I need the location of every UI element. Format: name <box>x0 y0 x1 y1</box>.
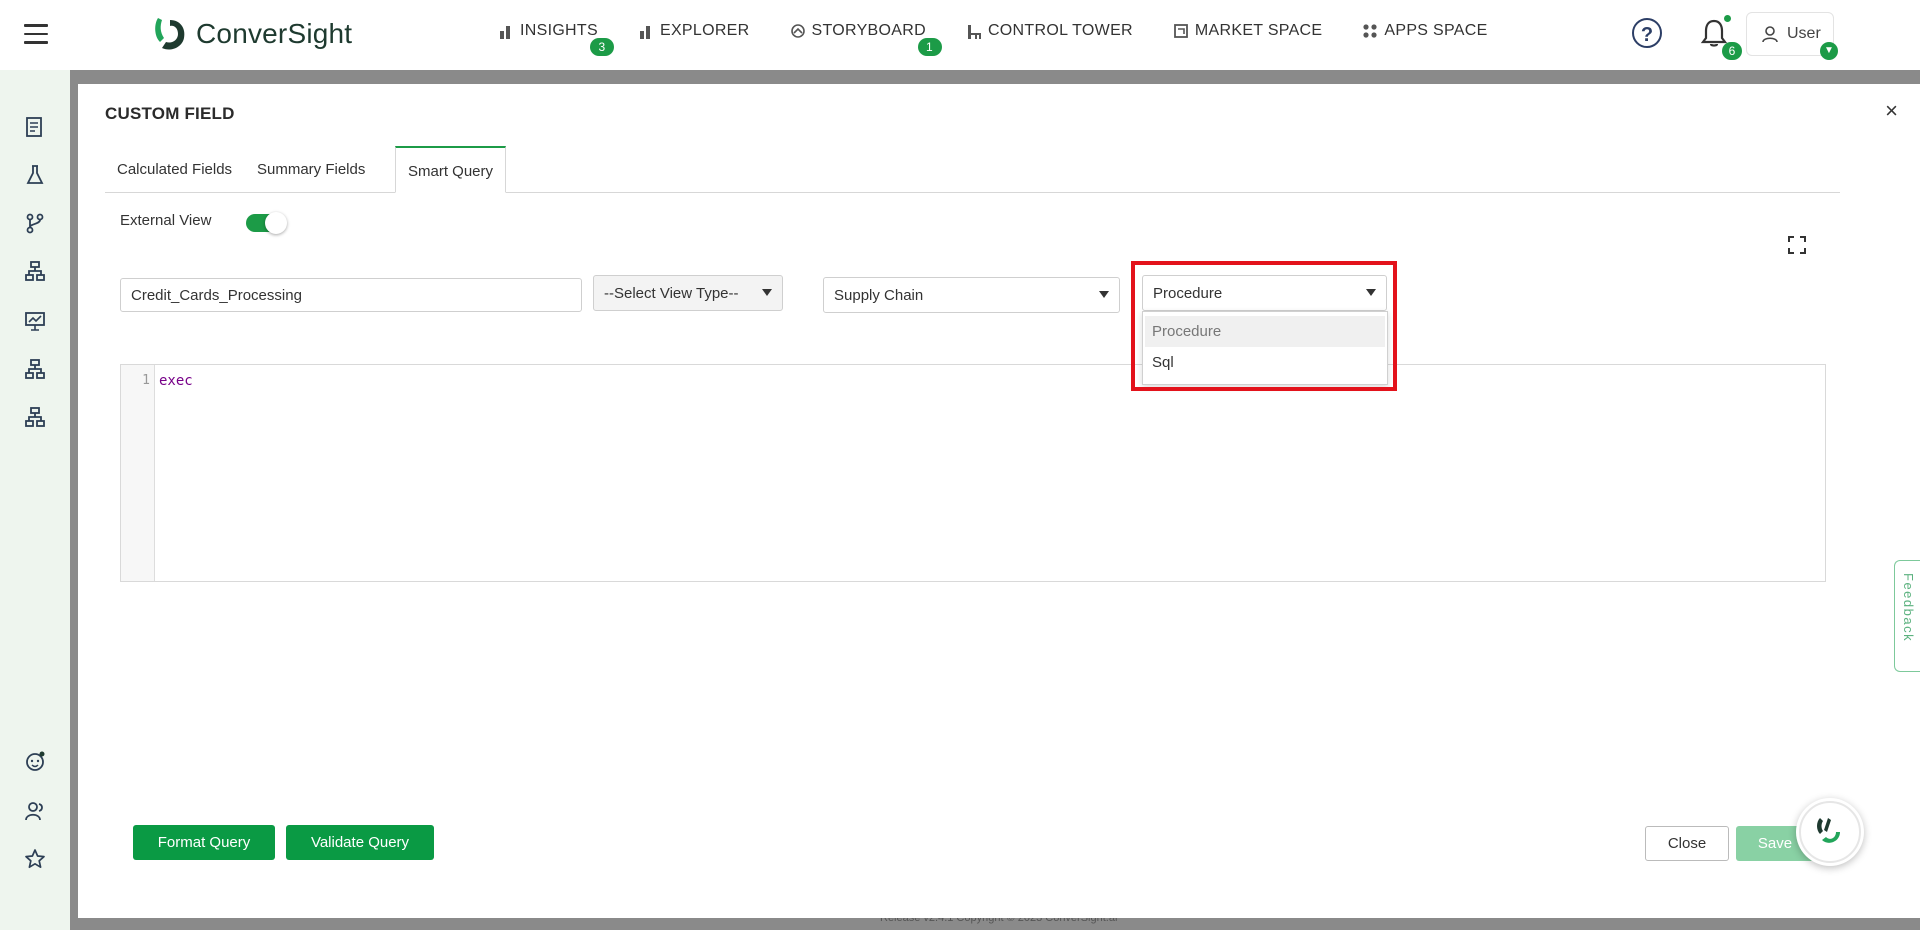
feedback-label: Feedback <box>1901 573 1916 643</box>
query-name-value: Credit_Cards_Processing <box>131 286 302 304</box>
view-type-select[interactable]: --Select View Type-- <box>593 275 783 311</box>
user-label: User <box>1787 25 1821 42</box>
chat-assistant-button[interactable] <box>1796 798 1864 866</box>
insights-badge: 3 <box>590 38 614 56</box>
nav-label: STORYBOARD <box>811 22 926 39</box>
notification-dot <box>1724 15 1731 22</box>
modal-tabs: Calculated Fields Summary Fields Smart Q… <box>105 146 1840 193</box>
query-type-dropdown-list: Procedure Sql <box>1142 311 1388 385</box>
nav-control-tower[interactable]: CONTROL TOWER <box>966 22 1133 40</box>
domain-caret-icon <box>1099 291 1109 298</box>
domain-value: Supply Chain <box>834 286 924 304</box>
modal-close-icon[interactable]: × <box>1885 98 1898 124</box>
tab-summary-fields[interactable]: Summary Fields <box>245 146 377 192</box>
sidebar-presentation-icon[interactable] <box>24 310 46 332</box>
sidebar-favorites-star-icon[interactable] <box>24 848 46 870</box>
feedback-tab[interactable]: Feedback <box>1894 560 1920 672</box>
nav-label: EXPLORER <box>659 22 750 39</box>
chat-assistant-icon <box>1799 801 1861 863</box>
logo-icon <box>155 18 185 50</box>
tab-smart-query[interactable]: Smart Query <box>395 146 507 193</box>
external-view-toggle[interactable] <box>246 212 287 234</box>
sidebar-branch-icon[interactable] <box>24 212 46 234</box>
user-icon <box>1762 26 1778 43</box>
nav-label: INSIGHTS <box>520 22 598 39</box>
query-editor[interactable]: 1 exec <box>120 364 1826 582</box>
sidebar-reports-icon[interactable] <box>24 116 46 138</box>
view-type-value: --Select View Type-- <box>604 284 739 302</box>
storyboard-badge: 1 <box>917 38 942 56</box>
dropdown-option-procedure[interactable]: Procedure <box>1145 316 1385 347</box>
modal-title: CUSTOM FIELD <box>105 104 235 123</box>
apps-space-icon <box>1363 24 1377 38</box>
insights-icon <box>500 26 510 39</box>
nav-storyboard[interactable]: STORYBOARD 1 <box>790 22 942 56</box>
conversight-logo[interactable]: ConverSight <box>150 14 352 54</box>
logo-text: ConverSight <box>196 18 353 49</box>
sidebar-lab-icon[interactable] <box>24 164 46 186</box>
left-sidebar <box>0 70 70 930</box>
editor-code[interactable]: exec <box>159 373 193 389</box>
nav-insights[interactable]: INSIGHTS 3 <box>498 22 614 56</box>
user-menu-caret-icon[interactable]: ▼ <box>1820 42 1838 60</box>
explorer-icon <box>639 26 650 39</box>
domain-select[interactable]: Supply Chain <box>823 277 1120 313</box>
sidebar-hierarchy-3-icon[interactable] <box>24 406 46 428</box>
main-nav: INSIGHTS 3 EXPLORER STORYBOARD 1 CONTROL… <box>498 22 1528 56</box>
nav-label: APPS SPACE <box>1384 22 1488 39</box>
format-query-button[interactable]: Format Query <box>133 825 275 860</box>
sidebar-users-icon[interactable] <box>24 800 46 822</box>
editor-gutter: 1 <box>121 365 155 581</box>
sidebar-hierarchy-icon[interactable] <box>24 260 46 282</box>
tab-calculated-fields[interactable]: Calculated Fields <box>105 146 244 192</box>
control-tower-icon <box>967 25 981 39</box>
help-icon[interactable]: ? <box>1632 18 1662 48</box>
toggle-knob <box>265 212 287 234</box>
query-name-input[interactable]: Credit_Cards_Processing <box>120 278 582 312</box>
nav-explorer[interactable]: EXPLORER <box>638 22 750 40</box>
nav-apps-space[interactable]: APPS SPACE <box>1362 22 1487 40</box>
close-button[interactable]: Close <box>1645 826 1729 861</box>
nav-market-space[interactable]: MARKET SPACE <box>1173 22 1322 40</box>
query-type-caret-icon <box>1366 289 1376 296</box>
query-type-select[interactable]: Procedure <box>1142 275 1387 311</box>
custom-field-modal: CUSTOM FIELD × Calculated Fields Summary… <box>78 84 1920 918</box>
nav-label: CONTROL TOWER <box>987 22 1133 39</box>
validate-query-button[interactable]: Validate Query <box>286 825 434 860</box>
market-space-icon <box>1174 24 1188 38</box>
top-header: ConverSight INSIGHTS 3 EXPLORER STORYBOA… <box>0 0 1920 70</box>
line-number: 1 <box>142 373 150 388</box>
nav-label: MARKET SPACE <box>1194 22 1323 39</box>
external-view-label: External View <box>120 212 212 229</box>
menu-icon[interactable] <box>24 24 48 46</box>
query-type-value: Procedure <box>1153 284 1223 302</box>
notification-count-badge: 6 <box>1722 42 1742 60</box>
sidebar-assistant-icon[interactable] <box>24 750 46 772</box>
expand-fullscreen-icon[interactable] <box>1788 236 1806 254</box>
sidebar-hierarchy-2-icon[interactable] <box>24 358 46 380</box>
view-type-caret-icon <box>762 289 772 296</box>
storyboard-icon <box>790 24 805 38</box>
dropdown-option-sql[interactable]: Sql <box>1143 347 1387 378</box>
